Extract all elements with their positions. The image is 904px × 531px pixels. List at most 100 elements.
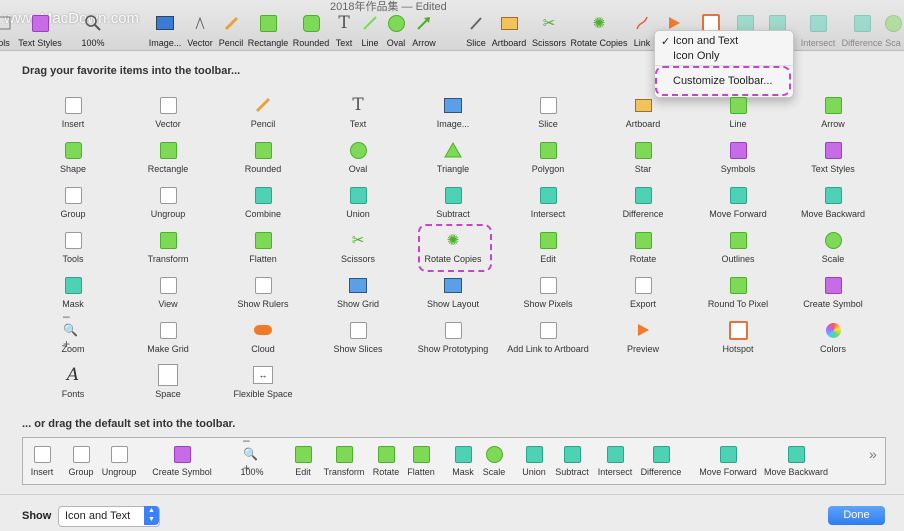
palette-item-ungroup[interactable]: Ungroup <box>118 185 218 219</box>
palette-item-oval[interactable]: Oval <box>308 140 408 174</box>
done-button[interactable]: Done <box>828 506 885 525</box>
zoom-icon: – 🔍 + <box>243 433 258 475</box>
default-item-move-backward[interactable]: Move Backward <box>764 445 828 477</box>
palette-item-combine[interactable]: Combine <box>213 185 313 219</box>
palette-item-scissors[interactable]: ✂ Scissors <box>308 230 408 264</box>
palette-item-union[interactable]: Union <box>308 185 408 219</box>
palette-item-pencil[interactable]: Pencil <box>213 95 313 129</box>
palette-item-transform[interactable]: Transform <box>118 230 218 264</box>
palette-item-move-forward[interactable]: Move Forward <box>688 185 788 219</box>
palette-item-difference[interactable]: Difference <box>593 185 693 219</box>
difference-icon <box>853 14 871 32</box>
toolbar-artboard[interactable]: Artboard <box>489 14 529 48</box>
sheet-heading: Drag your favorite items into the toolba… <box>22 65 241 77</box>
palette-item-group[interactable]: Group <box>23 185 123 219</box>
menu-item-icon-and-text[interactable]: Icon and Text <box>673 35 738 47</box>
ungroup-icon <box>158 185 178 205</box>
toolbar-image[interactable]: Image... <box>145 14 185 48</box>
intersect-icon <box>809 14 827 32</box>
palette-item-star[interactable]: Star <box>593 140 693 174</box>
default-item-create-symbol[interactable]: Create Symbol <box>152 445 212 477</box>
overflow-chevron-icon[interactable]: » <box>869 446 877 462</box>
palette-item-artboard[interactable]: Artboard <box>593 95 693 129</box>
artboard-icon <box>633 95 653 115</box>
star-icon <box>633 140 653 160</box>
toolbar-pencil[interactable]: Pencil <box>211 14 251 48</box>
show-mode-select[interactable]: Icon and Text ▲ ▼ <box>58 506 160 527</box>
customize-highlight <box>655 66 791 96</box>
palette-item-slice[interactable]: Slice <box>498 95 598 129</box>
palette-item-image[interactable]: Image... <box>403 95 503 129</box>
toolbar-intersect[interactable]: Intersect <box>798 14 838 48</box>
palette-item-text-styles[interactable]: Text Styles <box>783 140 883 174</box>
show-grid-icon <box>348 275 368 295</box>
palette-item-text[interactable]: T Text <box>308 95 408 129</box>
toolbar-zoom[interactable]: 100% <box>73 14 113 48</box>
zoom-icon: – 🔍 + <box>63 309 78 351</box>
palette-item-symbols[interactable]: Symbols <box>688 140 788 174</box>
add-link-to-artboard-icon <box>538 320 558 340</box>
toolbar-scale[interactable]: Sca <box>873 14 904 48</box>
palette-item-outlines[interactable]: Outlines <box>688 230 788 264</box>
text-styles-icon <box>823 140 843 160</box>
palette-item-line[interactable]: Line <box>688 95 788 129</box>
palette-item-show-grid[interactable]: Show Grid <box>308 275 408 309</box>
toolbar-arrow[interactable]: Arrow <box>404 14 444 48</box>
palette-item-shape[interactable]: Shape <box>23 140 123 174</box>
palette-item-mask[interactable]: Mask <box>23 275 123 309</box>
palette-item-export[interactable]: Export <box>593 275 693 309</box>
palette-item-triangle[interactable]: Triangle <box>403 140 503 174</box>
palette-item-make-grid[interactable]: Make Grid <box>118 320 218 354</box>
palette-item-rotate[interactable]: Rotate <box>593 230 693 264</box>
palette-item-hotspot[interactable]: Hotspot <box>688 320 788 354</box>
palette-item-round-to-pixel[interactable]: Round To Pixel <box>688 275 788 309</box>
palette-item-space[interactable]: Space <box>118 364 218 399</box>
toolbar-rotate-copies[interactable]: ✺ Rotate Copies <box>570 14 627 48</box>
toolbar-scissors[interactable]: ✂ Scissors <box>529 14 569 48</box>
palette-item-zoom[interactable]: – 🔍 + Zoom <box>23 309 123 354</box>
round-to-pixel-icon <box>728 275 748 295</box>
palette-item-flexible-space[interactable]: ↔ Flexible Space <box>213 365 313 399</box>
oval-icon <box>387 14 405 32</box>
palette-item-preview[interactable]: Preview <box>593 320 693 354</box>
palette-item-show-rulers[interactable]: Show Rulers <box>213 275 313 309</box>
palette-item-edit[interactable]: Edit <box>498 230 598 264</box>
palette-item-cloud[interactable]: Cloud <box>213 320 313 354</box>
palette-item-create-symbol[interactable]: Create Symbol <box>783 275 883 309</box>
palette-item-show-layout[interactable]: Show Layout <box>403 275 503 309</box>
palette-item-rounded[interactable]: Rounded <box>213 140 313 174</box>
palette-item-fonts[interactable]: A Fonts <box>23 365 123 399</box>
default-toolbar-set[interactable]: Insert Group Ungroup Create Symbol – 🔍 +100%… <box>22 433 886 485</box>
move-backward-icon <box>787 445 805 463</box>
default-item-move-forward[interactable]: Move Forward <box>698 445 758 477</box>
palette-item-colors[interactable]: Colors <box>783 320 883 354</box>
palette-item-flatten[interactable]: Flatten <box>213 230 313 264</box>
palette-item-insert[interactable]: Insert <box>23 95 123 129</box>
toolbar-rectangle[interactable]: Rectangle <box>248 14 288 48</box>
palette-item-add-link-to-artboard[interactable]: Add Link to Artboard <box>498 320 598 354</box>
palette-item-scale[interactable]: Scale <box>783 230 883 264</box>
menu-item-icon-only[interactable]: Icon Only <box>673 50 719 62</box>
palette-item-polygon[interactable]: Polygon <box>498 140 598 174</box>
palette-item-rectangle[interactable]: Rectangle <box>118 140 218 174</box>
show-pixels-icon <box>538 275 558 295</box>
palette-item-subtract[interactable]: Subtract <box>403 185 503 219</box>
transform-icon <box>335 445 353 463</box>
intersect-icon <box>606 445 624 463</box>
show-label: Show <box>22 510 52 522</box>
palette-item-show-pixels[interactable]: Show Pixels <box>498 275 598 309</box>
vector-icon <box>191 14 209 32</box>
default-item-ungroup[interactable]: Ungroup <box>89 445 149 477</box>
toolbar-text-styles[interactable]: Text Styles <box>18 14 62 48</box>
rotate-copies-highlight <box>418 224 492 272</box>
palette-item-view[interactable]: View <box>118 275 218 309</box>
palette-item-arrow[interactable]: Arrow <box>783 95 883 129</box>
palette-item-show-prototyping[interactable]: Show Prototyping <box>403 320 503 354</box>
palette-item-tools[interactable]: Tools <box>23 230 123 264</box>
palette-item-vector[interactable]: Vector <box>118 95 218 129</box>
palette-item-show-slices[interactable]: Show Slices <box>308 320 408 354</box>
view-icon <box>158 275 178 295</box>
default-item-difference[interactable]: Difference <box>631 445 691 477</box>
palette-item-intersect[interactable]: Intersect <box>498 185 598 219</box>
palette-item-move-backward[interactable]: Move Backward <box>783 185 883 219</box>
